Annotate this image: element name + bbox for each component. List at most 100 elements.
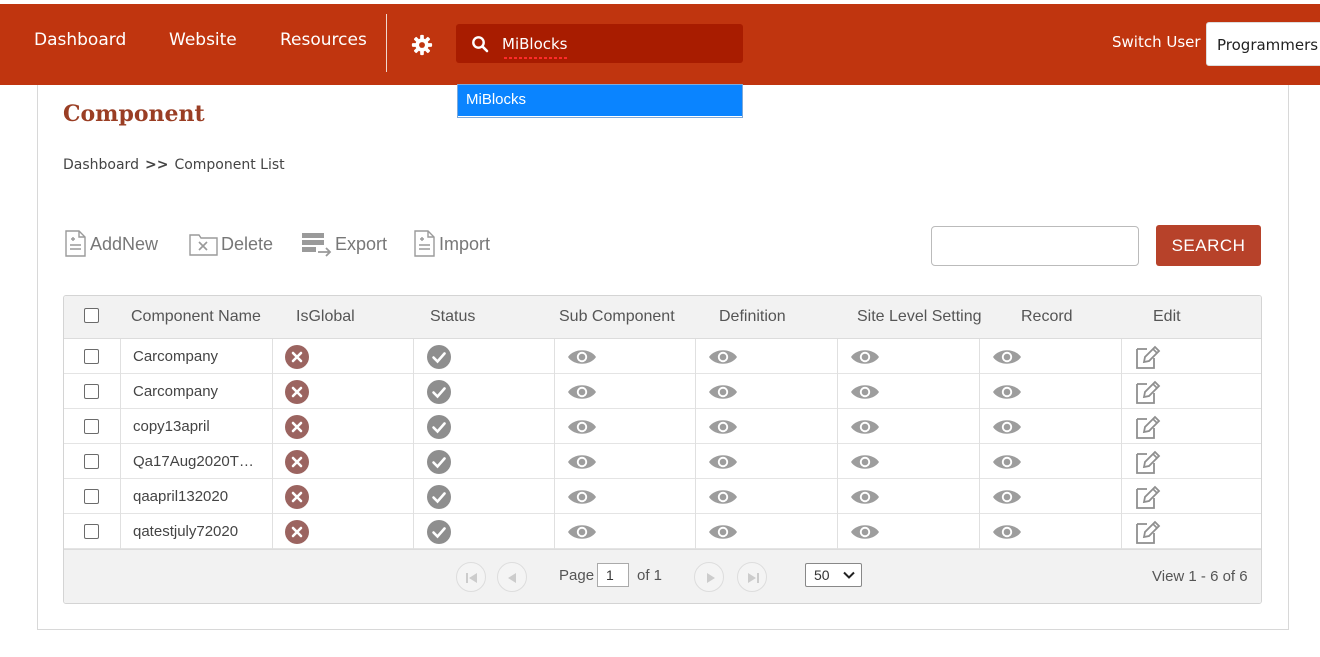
delete-button[interactable]: Delete [189, 229, 273, 259]
row-checkbox[interactable] [84, 349, 99, 364]
eye-icon[interactable] [992, 487, 1022, 507]
first-page-icon [466, 573, 477, 583]
eye-icon[interactable] [708, 452, 738, 472]
edit-icon[interactable] [1134, 343, 1162, 371]
grid-header: Component Name IsGlobal Status Sub Compo… [64, 296, 1261, 339]
eye-icon[interactable] [567, 487, 597, 507]
column-header[interactable]: Site Level Setting [857, 308, 982, 326]
user-select[interactable]: Programmers [1206, 22, 1320, 66]
table-row[interactable]: Qa17Aug2020T… [64, 444, 1261, 479]
table-row[interactable]: copy13april [64, 409, 1261, 444]
component-name-cell: Carcompany [133, 348, 219, 365]
eye-icon[interactable] [567, 347, 597, 367]
breadcrumb: Dashboard >> Component List [63, 157, 285, 173]
page-count: of 1 [637, 567, 663, 584]
eye-icon[interactable] [850, 487, 880, 507]
eye-icon[interactable] [708, 417, 738, 437]
first-page-button[interactable] [456, 562, 486, 592]
last-page-icon [748, 573, 759, 583]
eye-icon[interactable] [850, 452, 880, 472]
table-row[interactable]: qaapril132020 [64, 479, 1261, 514]
eye-icon[interactable] [992, 417, 1022, 437]
spellcheck-underline [504, 57, 568, 59]
breadcrumb-home[interactable]: Dashboard [63, 157, 139, 173]
column-divider [979, 339, 980, 549]
eye-icon[interactable] [992, 382, 1022, 402]
column-header[interactable]: Definition [719, 308, 786, 326]
nav-dashboard[interactable]: Dashboard [34, 30, 126, 50]
switch-user-label: Switch User [1112, 33, 1201, 51]
row-checkbox[interactable] [84, 524, 99, 539]
column-divider [1121, 339, 1122, 549]
component-name-cell: qaapril132020 [133, 488, 229, 505]
page-label: Page [559, 567, 595, 584]
column-header[interactable]: Status [430, 308, 475, 326]
eye-icon[interactable] [850, 417, 880, 437]
row-checkbox[interactable] [84, 454, 99, 469]
eye-icon[interactable] [567, 382, 597, 402]
component-name-cell: qatestjuly72020 [133, 523, 239, 540]
edit-icon[interactable] [1134, 378, 1162, 406]
component-grid: Component Name IsGlobal Status Sub Compo… [63, 295, 1262, 604]
page-size-select[interactable]: 50 [805, 563, 862, 587]
prev-page-button[interactable] [497, 562, 527, 592]
page-title: Component [63, 101, 205, 127]
row-checkbox[interactable] [84, 489, 99, 504]
breadcrumb-separator: >> [144, 157, 169, 173]
search-button[interactable]: SEARCH [1156, 225, 1261, 266]
prev-page-icon [508, 573, 516, 583]
chevron-down-icon [843, 571, 855, 579]
table-row[interactable]: Carcompany [64, 339, 1261, 374]
select-all-checkbox[interactable] [84, 308, 99, 323]
global-search-box[interactable] [456, 24, 743, 63]
column-divider [837, 339, 838, 549]
eye-icon[interactable] [708, 487, 738, 507]
component-name-cell: copy13april [133, 418, 210, 435]
x-circle-icon [285, 450, 309, 474]
eye-icon[interactable] [850, 522, 880, 542]
column-header[interactable]: Record [1021, 308, 1073, 326]
add-new-button[interactable]: AddNew [64, 229, 158, 259]
edit-icon[interactable] [1134, 518, 1162, 546]
eye-icon[interactable] [992, 452, 1022, 472]
row-checkbox[interactable] [84, 419, 99, 434]
column-header[interactable]: IsGlobal [296, 308, 355, 326]
eye-icon[interactable] [708, 522, 738, 542]
next-page-button[interactable] [694, 562, 724, 592]
column-header[interactable]: Component Name [131, 308, 261, 326]
table-row[interactable]: Carcompany [64, 374, 1261, 409]
global-search-input[interactable] [502, 30, 732, 57]
eye-icon[interactable] [567, 522, 597, 542]
nav-website[interactable]: Website [169, 30, 237, 50]
edit-icon[interactable] [1134, 483, 1162, 511]
export-icon [302, 233, 332, 257]
autocomplete-option[interactable]: MiBlocks [458, 85, 742, 116]
export-button[interactable]: Export [301, 229, 387, 259]
eye-icon[interactable] [992, 347, 1022, 367]
column-header[interactable]: Sub Component [559, 308, 675, 326]
eye-icon[interactable] [567, 417, 597, 437]
delete-folder-icon [189, 234, 218, 256]
page-size-value: 50 [814, 567, 830, 583]
nav-resources[interactable]: Resources [280, 30, 367, 50]
grid-search-input[interactable] [931, 226, 1139, 266]
column-header[interactable]: Edit [1153, 308, 1181, 326]
export-label: Export [335, 233, 388, 254]
gear-icon[interactable] [411, 34, 433, 56]
eye-icon[interactable] [850, 382, 880, 402]
add-new-label: AddNew [90, 233, 159, 254]
table-row[interactable]: qatestjuly72020 [64, 514, 1261, 549]
eye-icon[interactable] [992, 522, 1022, 542]
eye-icon[interactable] [708, 347, 738, 367]
edit-icon[interactable] [1134, 413, 1162, 441]
component-name-cell: Carcompany [133, 383, 219, 400]
search-icon [472, 36, 489, 53]
last-page-button[interactable] [737, 562, 767, 592]
eye-icon[interactable] [850, 347, 880, 367]
row-checkbox[interactable] [84, 384, 99, 399]
eye-icon[interactable] [708, 382, 738, 402]
eye-icon[interactable] [567, 452, 597, 472]
edit-icon[interactable] [1134, 448, 1162, 476]
page-number-input[interactable]: 1 [597, 563, 629, 587]
import-button[interactable]: Import [413, 229, 490, 259]
